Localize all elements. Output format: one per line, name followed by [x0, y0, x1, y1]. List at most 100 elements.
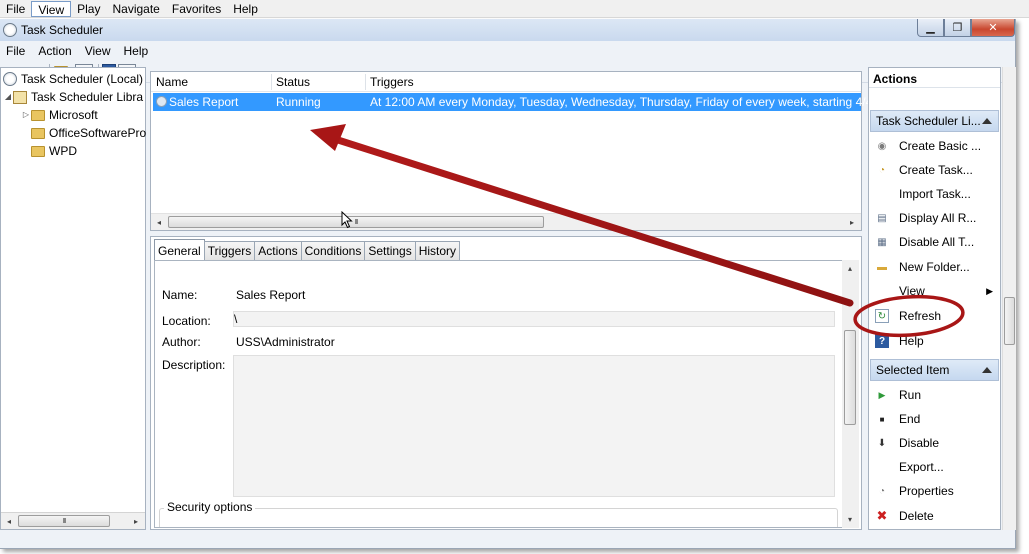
action-disable[interactable]: ⬇ Disable: [869, 433, 987, 453]
snip-menu-file[interactable]: File: [0, 1, 31, 17]
action-end[interactable]: ■ End: [869, 409, 987, 429]
action-new-folder[interactable]: ▬ New Folder...: [869, 257, 987, 277]
action-properties[interactable]: ◔ Properties: [869, 481, 987, 501]
actions-header: Actions: [869, 68, 1000, 88]
action-label: Delete: [899, 509, 934, 523]
action-create-task[interactable]: ◔ Create Task...: [869, 160, 987, 180]
selected-item-section[interactable]: Selected Item: [870, 359, 999, 381]
tree-horizontal-scrollbar[interactable]: ◂ III ▸: [1, 512, 145, 529]
menu-action[interactable]: Action: [32, 44, 78, 58]
table-row-sales-report[interactable]: Sales Report Running At 12:00 AM every M…: [153, 93, 872, 111]
tab-triggers[interactable]: Triggers: [203, 241, 256, 260]
scroll-thumb[interactable]: III: [168, 216, 544, 228]
minimize-button[interactable]: ▁: [917, 19, 944, 37]
library-icon: [13, 90, 27, 104]
author-label: Author:: [162, 335, 201, 349]
task-list-horizontal-scrollbar[interactable]: ◂ III ▸: [151, 213, 861, 230]
action-display-all-running[interactable]: ▤ Display All R...: [869, 208, 987, 228]
collapse-caret-icon[interactable]: [982, 118, 992, 124]
tree-item-library[interactable]: ◢ Task Scheduler Libra: [3, 88, 143, 106]
description-field[interactable]: [233, 355, 835, 497]
tab-actions[interactable]: Actions: [254, 241, 302, 260]
collapse-caret-icon[interactable]: [982, 367, 992, 373]
create-basic-task-icon: ◉: [877, 140, 887, 152]
column-header-name[interactable]: Name: [156, 75, 188, 89]
action-import-task[interactable]: Import Task...: [869, 184, 987, 204]
tree-item-officesoftwareprotection[interactable]: OfficeSoftwarePro: [31, 124, 146, 142]
action-view[interactable]: View ▶: [869, 281, 997, 301]
section-title: Selected Item: [876, 363, 950, 377]
tab-history[interactable]: History: [414, 241, 461, 260]
location-label: Location:: [162, 314, 211, 328]
snip-menu-navigate[interactable]: Navigate: [106, 1, 165, 17]
author-value[interactable]: USS\Administrator: [236, 335, 335, 349]
name-value[interactable]: Sales Report: [236, 288, 305, 302]
scroll-right-icon[interactable]: ▸: [844, 214, 860, 230]
action-disable-all-history[interactable]: ▦ Disable All T...: [869, 232, 987, 252]
column-divider[interactable]: [365, 74, 366, 90]
action-run[interactable]: ▶ Run: [869, 385, 987, 405]
scroll-right-icon[interactable]: ▸: [128, 513, 144, 529]
snip-menu-play[interactable]: Play: [71, 1, 106, 17]
end-icon: ■: [879, 414, 885, 424]
name-label: Name:: [162, 288, 198, 302]
location-field[interactable]: [233, 311, 835, 327]
scroll-up-icon[interactable]: ▴: [842, 260, 858, 276]
scroll-thumb[interactable]: [1004, 297, 1015, 345]
scroll-left-icon[interactable]: ◂: [1, 513, 17, 529]
task-list-header: Name Status Triggers: [151, 72, 861, 92]
details-vertical-scrollbar[interactable]: ▴ ▾: [842, 260, 859, 528]
action-help[interactable]: ? Help: [869, 331, 987, 351]
help-icon: ?: [875, 334, 889, 348]
display-running-icon: ▤: [877, 212, 887, 224]
scroll-left-icon[interactable]: ◂: [151, 214, 167, 230]
menu-file[interactable]: File: [0, 44, 32, 58]
action-delete[interactable]: ✖ Delete: [869, 506, 987, 526]
action-export[interactable]: Export...: [869, 457, 987, 477]
maximize-button[interactable]: ❐: [944, 19, 971, 37]
task-details-pane: General Triggers Actions Conditions Sett…: [150, 236, 862, 530]
details-tabs: General Triggers Actions Conditions Sett…: [154, 239, 461, 260]
menu-help[interactable]: Help: [118, 44, 156, 58]
task-triggers: At 12:00 AM every Monday, Tuesday, Wedne…: [370, 95, 873, 109]
actions-vertical-scrollbar[interactable]: [1002, 67, 1016, 530]
window-title: Task Scheduler: [21, 23, 104, 37]
action-label: End: [899, 412, 921, 426]
action-label: Disable: [899, 436, 940, 450]
scroll-down-icon[interactable]: ▾: [842, 511, 858, 527]
snip-menu-favorites[interactable]: Favorites: [166, 1, 227, 17]
snip-menu-help[interactable]: Help: [227, 1, 264, 17]
app-menubar: File Action View Help: [0, 41, 1015, 61]
tree-item-wpd[interactable]: WPD: [31, 142, 77, 160]
close-button[interactable]: ✕: [971, 19, 1015, 37]
console-tree: Task Scheduler (Local) ◢ Task Scheduler …: [0, 67, 146, 530]
description-label: Description:: [162, 358, 226, 372]
column-header-status[interactable]: Status: [276, 75, 310, 89]
collapse-triangle-icon[interactable]: ◢: [3, 88, 13, 106]
action-label: Display All R...: [899, 211, 977, 225]
tree-item-microsoft[interactable]: ▷ Microsoft: [21, 106, 98, 124]
title-bar[interactable]: Task Scheduler ▁ ❐ ✕: [0, 19, 1015, 41]
snip-menu-view[interactable]: View: [31, 0, 72, 17]
column-divider[interactable]: [271, 74, 272, 90]
column-header-triggers[interactable]: Triggers: [370, 75, 414, 89]
scroll-thumb[interactable]: [844, 330, 856, 425]
window-controls: ▁ ❐ ✕: [917, 19, 1015, 37]
clock-icon: [3, 72, 17, 86]
action-refresh[interactable]: ↻ Refresh: [869, 306, 987, 326]
tab-settings[interactable]: Settings: [364, 241, 416, 260]
tree-item-label: Microsoft: [49, 108, 98, 122]
new-folder-icon: ▬: [877, 261, 887, 273]
tab-general[interactable]: General: [154, 239, 205, 260]
tree-item-root[interactable]: Task Scheduler (Local): [3, 70, 143, 88]
menu-view[interactable]: View: [79, 44, 118, 58]
location-value: \: [234, 312, 238, 326]
scroll-thumb[interactable]: III: [18, 515, 110, 527]
library-actions-section[interactable]: Task Scheduler Li...: [870, 110, 999, 132]
task-status: Running: [276, 95, 321, 109]
expand-triangle-icon[interactable]: ▷: [21, 106, 31, 124]
clock-icon: [3, 23, 17, 37]
tab-conditions[interactable]: Conditions: [300, 241, 366, 260]
action-create-basic-task[interactable]: ◉ Create Basic ...: [869, 136, 987, 156]
action-label: View: [899, 284, 925, 298]
